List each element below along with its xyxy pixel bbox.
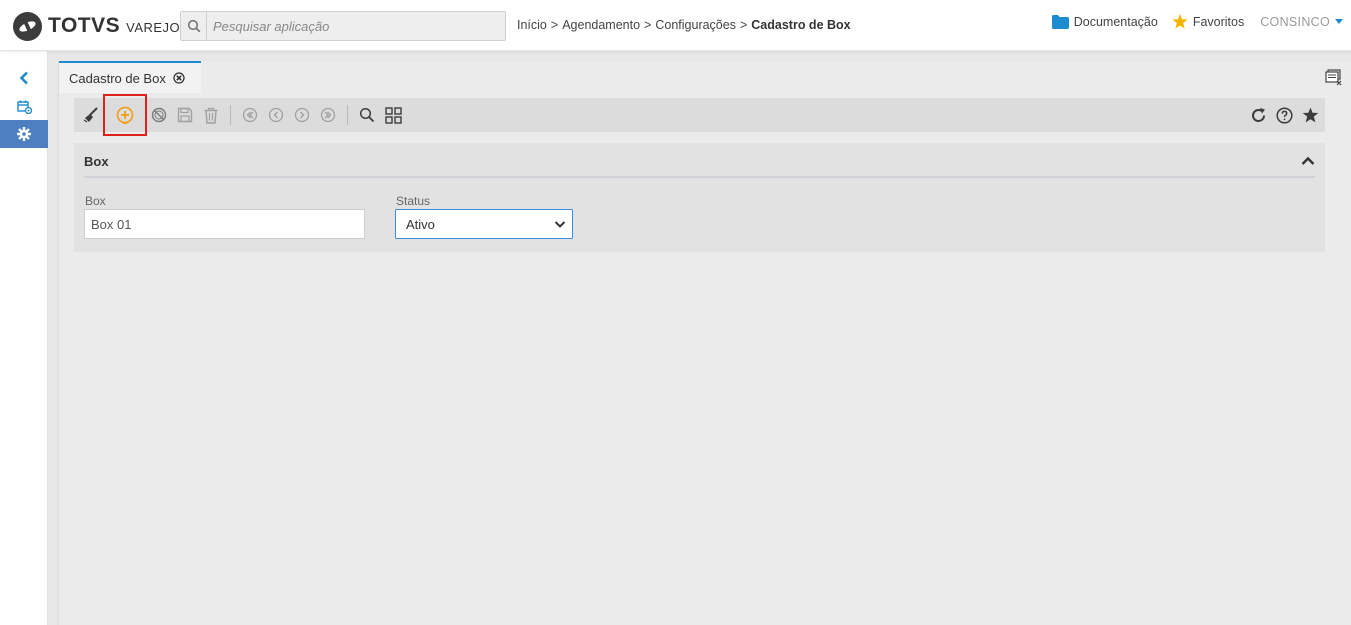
first-record-button[interactable] [237, 100, 263, 130]
box-field-label: Box [85, 194, 106, 208]
panel-title: Box [84, 154, 109, 169]
box-panel: Box Box Status Ativo [74, 143, 1325, 252]
content-area: Cadastro de Box Box Box Box 01 Status At… [58, 61, 1351, 625]
chevron-up-icon [1301, 156, 1315, 165]
favorites-label: Favoritos [1192, 14, 1245, 29]
close-all-tabs-button[interactable] [1325, 69, 1343, 91]
close-circle-icon [173, 72, 185, 84]
header-actions: Documentação Favoritos CONSINCO [1051, 14, 1343, 29]
search-icon [187, 19, 200, 33]
totvs-logo[interactable]: TOTVS VAREJO [12, 10, 180, 42]
box-field[interactable] [84, 209, 365, 239]
next-record-button[interactable] [289, 100, 315, 130]
caret-down-icon [1335, 19, 1343, 24]
next-icon [294, 107, 310, 123]
brand-sub: VAREJO [126, 19, 181, 35]
totvs-logo-icon [12, 11, 43, 41]
gear-icon [17, 127, 31, 141]
breadcrumb-item-inicio[interactable]: Início [517, 18, 547, 32]
toolbar-right [1245, 100, 1323, 130]
breadcrumb-current: Cadastro de Box [751, 18, 851, 32]
last-record-button[interactable] [315, 100, 341, 130]
refresh-button[interactable] [1245, 100, 1271, 130]
star-icon [1172, 14, 1188, 29]
clean-icon [83, 107, 98, 123]
favorites-link[interactable]: Favoritos [1172, 14, 1244, 29]
status-select-value: Ativo [406, 216, 435, 232]
save-icon [177, 107, 193, 123]
documentation-label: Documentação [1073, 14, 1158, 29]
tab-label: Cadastro de Box [69, 70, 166, 86]
save-button[interactable] [172, 100, 198, 130]
add-icon [116, 106, 134, 124]
documentation-link[interactable]: Documentação [1051, 14, 1158, 29]
search-icon [359, 107, 375, 123]
app-search [180, 11, 506, 41]
grid-icon [384, 106, 402, 124]
help-icon [1275, 106, 1293, 124]
window-list-close-icon [1325, 69, 1342, 86]
user-menu[interactable]: CONSINCO [1260, 15, 1343, 29]
trash-icon [204, 107, 218, 124]
chevron-left-icon [19, 71, 28, 85]
delete-button[interactable] [198, 100, 224, 130]
breadcrumb-item-configuracoes[interactable]: Configurações [655, 18, 736, 32]
search-input[interactable] [207, 12, 505, 40]
previous-record-button[interactable] [263, 100, 289, 130]
chevron-down-icon [554, 221, 566, 228]
brand-name: TOTVS [48, 14, 121, 37]
panel-collapse-button[interactable] [1301, 153, 1315, 171]
status-select[interactable]: Ativo [395, 209, 573, 239]
calendar-gear-icon [16, 100, 32, 114]
user-label: CONSINCO [1260, 14, 1330, 29]
tab-close-button[interactable] [173, 72, 185, 84]
main-area: Cadastro de Box Box Box Box 01 Status At… [48, 51, 1351, 625]
help-button[interactable] [1271, 100, 1297, 130]
tab-bar: Cadastro de Box [59, 61, 1320, 93]
toolbar-divider [347, 105, 348, 125]
clean-button[interactable] [78, 100, 104, 130]
top-header: TOTVS VAREJO Início>Agendamento>Configur… [0, 0, 1351, 51]
sidebar-item-agendamento[interactable] [0, 95, 48, 119]
add-button[interactable] [103, 94, 147, 136]
sidebar-item-configuracoes[interactable] [0, 120, 48, 148]
cancel-button[interactable] [146, 100, 172, 130]
search-record-button[interactable] [354, 100, 380, 130]
toolbar-divider [230, 105, 231, 125]
sidebar [0, 51, 48, 625]
breadcrumb-separator: > [644, 18, 652, 32]
sidebar-collapse-button[interactable] [0, 64, 48, 92]
folder-icon [1051, 14, 1069, 29]
status-field-label: Status [396, 194, 431, 208]
breadcrumb-item-agendamento[interactable]: Agendamento [562, 18, 640, 32]
toolbar [74, 94, 1325, 136]
cancel-icon [151, 107, 167, 123]
panel-divider [84, 176, 1315, 178]
tab-cadastro-de-box[interactable]: Cadastro de Box [59, 61, 201, 93]
first-icon [242, 107, 258, 123]
grid-view-button[interactable] [380, 100, 406, 130]
breadcrumb: Início > Agendamento > Configurações > Cadastr… [517, 18, 851, 32]
refresh-icon [1251, 107, 1265, 122]
breadcrumb-separator: > [739, 18, 748, 32]
last-icon [320, 107, 336, 123]
favorite-button[interactable] [1297, 100, 1323, 130]
search-button[interactable] [181, 12, 207, 40]
favorite-star-icon [1302, 107, 1318, 123]
previous-icon [268, 107, 284, 123]
breadcrumb-separator: > [550, 18, 559, 32]
